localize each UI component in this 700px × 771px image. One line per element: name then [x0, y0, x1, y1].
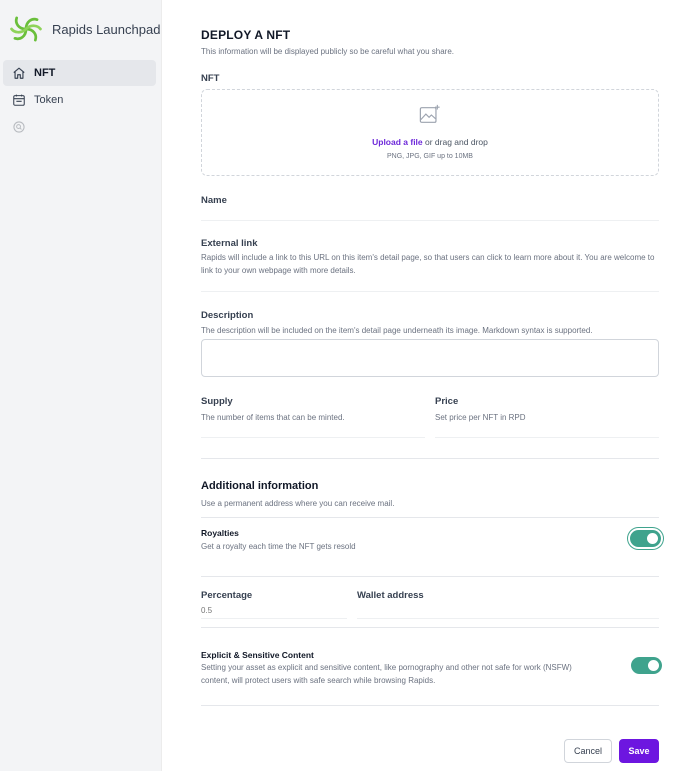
section-divider — [201, 458, 659, 459]
external-link-label: External link — [201, 238, 258, 249]
sidebar: Rapids Launchpad NFT Token — [0, 0, 162, 771]
supply-input[interactable] — [201, 422, 425, 438]
royalties-help: Get a royalty each time the NFT gets res… — [201, 542, 356, 551]
nft-label: NFT — [201, 73, 220, 84]
additional-info-help: Use a permanent address where you can re… — [201, 499, 395, 508]
explicit-content-toggle[interactable] — [631, 657, 662, 674]
sidebar-item-label: Token — [34, 94, 64, 106]
additional-info-title: Additional information — [201, 480, 319, 492]
section-divider — [201, 627, 659, 628]
brand[interactable]: Rapids Launchpad — [9, 12, 160, 46]
section-divider — [201, 705, 659, 706]
nft-upload-dropzone[interactable]: Upload a file or drag and drop PNG, JPG,… — [201, 89, 659, 176]
section-divider — [201, 576, 659, 577]
sidebar-item-label: NFT — [34, 67, 56, 79]
explicit-content-help: Setting your asset as explicit and sensi… — [201, 663, 572, 685]
upload-hint: PNG, JPG, GIF up to 10MB — [387, 153, 473, 160]
search-icon — [11, 120, 26, 135]
price-input[interactable] — [435, 422, 659, 438]
image-upload-icon — [419, 104, 440, 123]
upload-instructions: Upload a file or drag and drop — [202, 137, 658, 147]
page-subtitle: This information will be displayed publi… — [201, 47, 455, 56]
percentage-input[interactable] — [201, 603, 347, 619]
home-icon — [11, 66, 26, 81]
toggle-knob — [647, 533, 658, 544]
calendar-icon — [11, 93, 26, 108]
toggle-knob — [648, 660, 659, 671]
external-link-help: Rapids will include a link to this URL o… — [201, 253, 655, 275]
royalties-toggle[interactable] — [630, 530, 661, 547]
description-label: Description — [201, 310, 254, 321]
upload-file-link[interactable]: Upload a file — [372, 137, 423, 147]
wallet-address-input[interactable] — [357, 603, 659, 619]
wallet-address-label: Wallet address — [357, 590, 424, 601]
name-input[interactable] — [201, 205, 659, 221]
section-divider — [201, 517, 659, 518]
sidebar-item-nft[interactable]: NFT — [3, 60, 156, 86]
description-textarea[interactable] — [201, 339, 659, 377]
percentage-label: Percentage — [201, 590, 253, 601]
save-button[interactable]: Save — [619, 739, 659, 763]
upload-drag-text: or drag and drop — [422, 137, 488, 147]
page-title: DEPLOY A NFT — [201, 28, 291, 42]
royalties-label: Royalties — [201, 528, 239, 538]
price-label: Price — [435, 396, 459, 407]
cancel-button[interactable]: Cancel — [564, 739, 612, 763]
supply-label: Supply — [201, 396, 233, 407]
external-link-input[interactable] — [201, 276, 659, 292]
sidebar-item-token[interactable]: Token — [3, 87, 156, 113]
rapids-logo-icon — [10, 16, 42, 42]
explicit-content-label: Explicit & Sensitive Content — [201, 650, 314, 660]
sidebar-item-search[interactable] — [3, 114, 156, 140]
description-help: The description will be included on the … — [201, 326, 593, 335]
brand-name: Rapids Launchpad — [52, 21, 161, 37]
